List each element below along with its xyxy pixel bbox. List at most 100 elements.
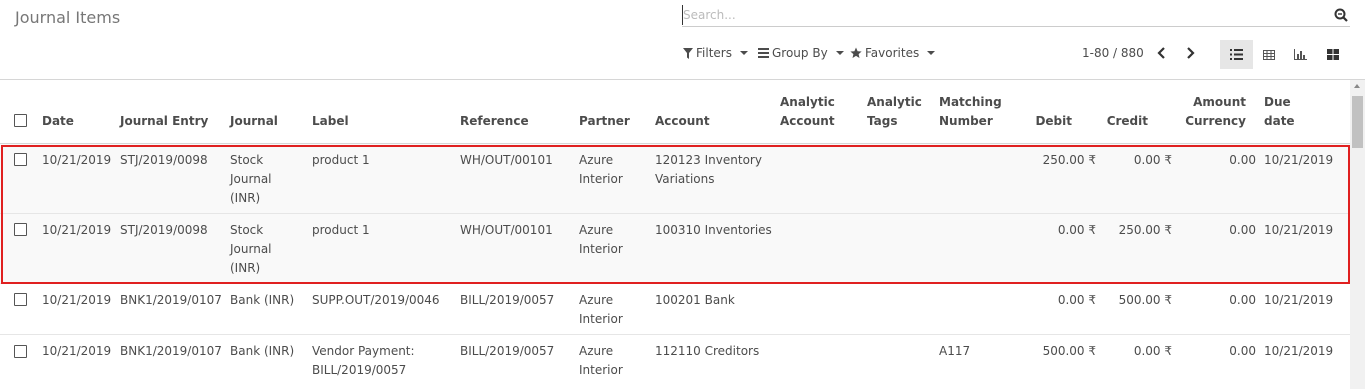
control-panel: Journal Items Filters Group By Favorites… [0, 0, 1365, 80]
cell-amount-currency: 0.00 [1229, 153, 1256, 167]
cell-line: BILL/2019/0057 [312, 363, 407, 377]
cell-account: 112110 Creditors [655, 344, 760, 358]
cell-partner: Azure Interior [579, 291, 623, 329]
header-line: Analytic [867, 95, 922, 109]
row-checkbox[interactable] [14, 293, 27, 306]
filter-icon [683, 47, 693, 59]
cell-matching-number: A117 [939, 344, 971, 358]
cell-label: SUPP.OUT/2019/0046 [312, 293, 440, 307]
table-row[interactable]: 10/21/2019 BNK1/2019/0107 Bank (INR) SUP… [0, 284, 1350, 335]
cell-partner: Azure Interior [579, 151, 623, 189]
column-header-amount-currency[interactable]: Amount Currency [1170, 93, 1246, 131]
bar-chart-icon [1294, 49, 1307, 60]
column-header-credit[interactable]: Credit [1090, 112, 1148, 131]
cell-line: Azure [579, 223, 614, 237]
column-header-partner[interactable]: Partner [579, 112, 630, 131]
list-icon [1230, 49, 1243, 60]
cell-reference: BILL/2019/0057 [460, 344, 555, 358]
cell-line: (INR) [230, 191, 261, 205]
header-line: Tags [867, 114, 898, 128]
cell-line: Azure [579, 293, 614, 307]
column-header-journal[interactable]: Journal [230, 112, 278, 131]
column-header-analytic-account[interactable]: Analytic Account [780, 93, 835, 131]
chevron-down-icon [927, 51, 936, 55]
column-header-analytic-tags[interactable]: Analytic Tags [867, 93, 922, 131]
cell-partner: Azure Interior [579, 221, 623, 259]
table-row[interactable]: 10/21/2019 STJ/2019/0098 Stock Journal (… [0, 144, 1350, 214]
cell-account: 100201 Bank [655, 293, 735, 307]
column-header-reference[interactable]: Reference [460, 112, 529, 131]
favorites-label: Favorites [865, 46, 920, 60]
table-row[interactable]: 10/21/2019 BNK1/2019/0107 Bank (INR) Ven… [0, 335, 1350, 389]
cell-credit: 0.00 ₹ [1133, 344, 1172, 358]
cell-reference: WH/OUT/00101 [460, 153, 553, 167]
cell-journal: Bank (INR) [230, 344, 295, 358]
favorites-dropdown[interactable]: Favorites [850, 46, 936, 60]
header-line: Number [939, 114, 993, 128]
cell-line: Vendor Payment: [312, 344, 415, 358]
search-bar [682, 5, 1350, 27]
star-icon [850, 47, 862, 58]
pivot-view-button[interactable] [1252, 40, 1285, 69]
cell-date: 10/21/2019 [42, 344, 112, 358]
cell-label: product 1 [312, 153, 370, 167]
row-checkbox[interactable] [14, 153, 27, 166]
grid-icon [1326, 49, 1339, 60]
chevron-down-icon [835, 51, 844, 55]
scrollbar-thumb[interactable] [1352, 96, 1363, 148]
select-all-checkbox[interactable] [14, 114, 27, 127]
row-checkbox[interactable] [14, 223, 27, 236]
cell-line: Interior [579, 312, 623, 326]
cell-line: Journal [230, 242, 272, 256]
row-checkbox[interactable] [14, 345, 27, 358]
cell-amount-currency: 0.00 [1229, 293, 1256, 307]
cell-due-date: 10/21/2019 [1264, 223, 1334, 237]
pager-value[interactable]: 1-80 / 880 [1082, 46, 1144, 60]
cell-line: Variations [655, 172, 715, 186]
column-header-label[interactable]: Label [312, 112, 349, 131]
column-header-date[interactable]: Date [42, 112, 74, 131]
list-view-button[interactable] [1220, 40, 1253, 69]
search-icon[interactable] [1334, 8, 1348, 22]
cell-journal-entry: STJ/2019/0098 [120, 223, 208, 237]
group-by-dropdown[interactable]: Group By [758, 46, 844, 60]
chevron-left-icon[interactable] [1154, 45, 1170, 61]
cell-due-date: 10/21/2019 [1264, 153, 1334, 167]
header-line: Analytic [780, 95, 835, 109]
cell-account: 120123 Inventory Variations [655, 151, 762, 189]
column-header-due-date[interactable]: Due date [1264, 93, 1295, 131]
chevron-right-icon[interactable] [1182, 45, 1198, 61]
graph-view-button[interactable] [1284, 40, 1317, 69]
scroll-up-arrow-icon[interactable] [1354, 84, 1360, 88]
cell-line: Journal [230, 172, 272, 186]
cell-label: product 1 [312, 223, 370, 237]
cell-credit: 500.00 ₹ [1118, 293, 1172, 307]
column-header-account[interactable]: Account [655, 112, 710, 131]
search-input[interactable] [682, 5, 1322, 25]
header-line: date [1264, 114, 1295, 128]
cell-line: Interior [579, 242, 623, 256]
cell-line: Stock [230, 223, 264, 237]
cell-line: (INR) [230, 261, 261, 275]
table-icon [1262, 49, 1275, 60]
cell-date: 10/21/2019 [42, 223, 112, 237]
cell-due-date: 10/21/2019 [1264, 344, 1334, 358]
cell-label: Vendor Payment: BILL/2019/0057 [312, 342, 415, 380]
table-row[interactable]: 10/21/2019 STJ/2019/0098 Stock Journal (… [0, 214, 1350, 284]
cell-amount-currency: 0.00 [1229, 344, 1256, 358]
filters-dropdown[interactable]: Filters [683, 46, 748, 60]
cell-line: Azure [579, 153, 614, 167]
cell-line: Interior [579, 363, 623, 377]
cell-credit: 0.00 ₹ [1133, 153, 1172, 167]
cell-reference: BILL/2019/0057 [460, 293, 555, 307]
column-header-journal-entry[interactable]: Journal Entry [120, 112, 208, 131]
cell-journal-entry: BNK1/2019/0107 [120, 344, 222, 358]
cell-line: Azure [579, 344, 614, 358]
cell-date: 10/21/2019 [42, 153, 112, 167]
column-header-debit[interactable]: Debit [1020, 112, 1072, 131]
cell-due-date: 10/21/2019 [1264, 293, 1334, 307]
filters-label: Filters [696, 46, 732, 60]
kanban-view-button[interactable] [1316, 40, 1349, 69]
column-header-matching-number[interactable]: Matching Number [939, 93, 1002, 131]
cell-line: 120123 Inventory [655, 153, 762, 167]
